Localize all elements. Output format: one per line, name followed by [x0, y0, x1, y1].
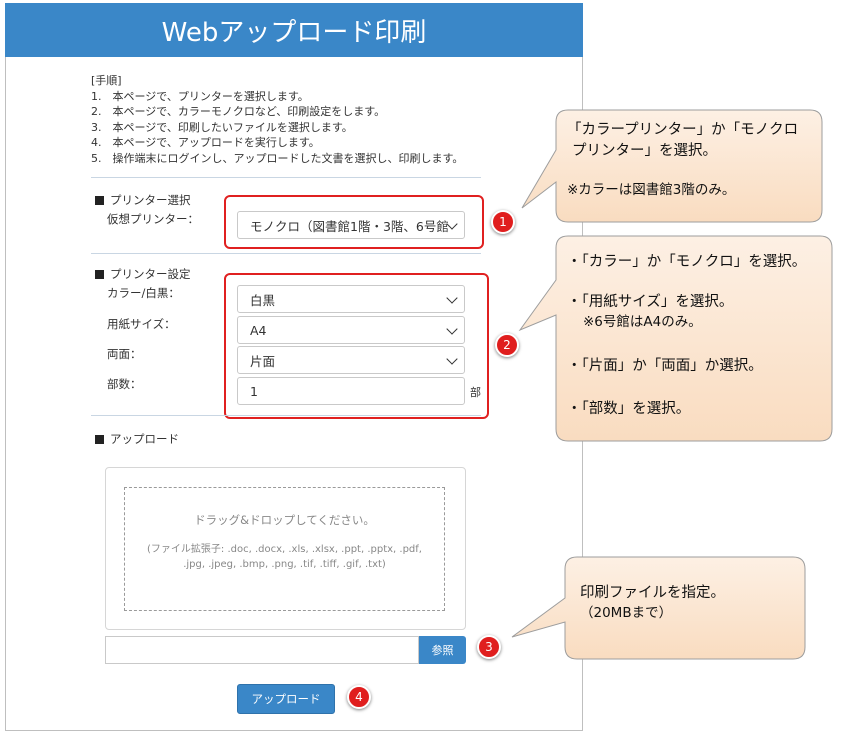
callout-1-line: プリンター」を選択。: [572, 143, 717, 159]
callout-2-line: ・「カラー」か「モノクロ」を選択。: [567, 254, 807, 270]
callout-2-line: ・「片面」か「両面」か選択。: [567, 358, 763, 374]
callout-1-note: ※カラーは図書館3階のみ。: [567, 182, 736, 198]
callout-3-line: （20MBまで）: [580, 605, 673, 621]
callout-2-note: ※6号館はA4のみ。: [583, 314, 702, 330]
callout-2-line: ・「用紙サイズ」を選択。: [567, 294, 734, 310]
callout-2-line: ・「部数」を選択。: [567, 401, 691, 417]
callout-3-line: 印刷ファイルを指定。: [580, 585, 725, 601]
callout-1-line: 「カラープリンター」か「モノクロ: [567, 122, 799, 138]
